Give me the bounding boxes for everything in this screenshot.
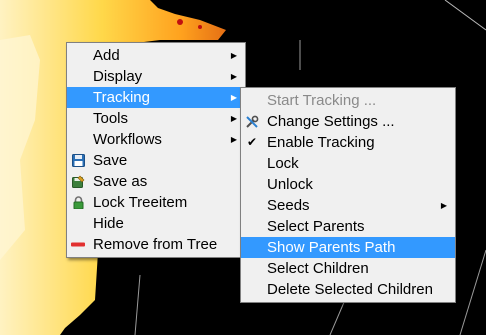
floppy-disk-icon — [71, 154, 85, 167]
menu-item-label: Save — [93, 152, 128, 169]
menu-item-label: Unlock — [267, 176, 313, 193]
menu-item-label: Save as — [93, 173, 148, 190]
menu-item-remove-from-tree[interactable]: Remove from Tree — [67, 234, 245, 255]
menu-item-change-settings[interactable]: Change Settings ... — [241, 111, 455, 132]
submenu-arrow-icon: ▶ — [230, 114, 237, 123]
menu-item-seeds[interactable]: Seeds ▶ — [241, 195, 455, 216]
menu-item-label: Hide — [93, 215, 124, 232]
menu-item-unlock[interactable]: Unlock — [241, 174, 455, 195]
menu-item-label: Change Settings ... — [267, 113, 395, 130]
menu-item-label: Tracking — [93, 89, 150, 106]
menu-item-label: Start Tracking ... — [267, 92, 377, 109]
tools-icon — [245, 115, 259, 128]
menu-item-lock[interactable]: Lock — [241, 153, 455, 174]
menu-item-label: Lock Treeitem — [93, 194, 188, 211]
menu-item-label: Delete Selected Children — [267, 281, 433, 298]
menu-item-save[interactable]: Save — [67, 150, 245, 171]
menu-item-save-as[interactable]: Save as — [67, 171, 245, 192]
menu-item-enable-tracking[interactable]: ✔ Enable Tracking — [241, 132, 455, 153]
menu-item-start-tracking: Start Tracking ... — [241, 90, 455, 111]
submenu-arrow-icon: ▶ — [230, 51, 237, 60]
menu-item-workflows[interactable]: Workflows ▶ — [67, 129, 245, 150]
menu-item-label: Display — [93, 68, 143, 85]
menu-item-display[interactable]: Display ▶ — [67, 66, 245, 87]
menu-item-label: Add — [93, 47, 120, 64]
menu-item-show-parents-path[interactable]: Show Parents Path — [241, 237, 455, 258]
menu-item-label: Show Parents Path — [267, 239, 396, 256]
save-as-icon — [71, 175, 85, 188]
menu-item-tools[interactable]: Tools ▶ — [67, 108, 245, 129]
menu-item-tracking[interactable]: Tracking ▶ — [67, 87, 245, 108]
menu-item-add[interactable]: Add ▶ — [67, 45, 245, 66]
menu-item-delete-selected-children[interactable]: Delete Selected Children — [241, 279, 455, 300]
menu-item-label: Lock — [267, 155, 299, 172]
menu-item-label: Select Children — [267, 260, 369, 277]
context-menu: Add ▶ Display ▶ Tracking ▶ Tools ▶ Workf… — [66, 42, 246, 258]
menu-item-label: Workflows — [93, 131, 162, 148]
tracking-submenu: Start Tracking ... Change Settings ... ✔… — [240, 87, 456, 303]
submenu-arrow-icon: ▶ — [230, 135, 237, 144]
menu-item-label: Select Parents — [267, 218, 365, 235]
checkmark-icon: ✔ — [246, 135, 258, 149]
submenu-arrow-icon: ▶ — [440, 201, 447, 210]
menu-item-select-children[interactable]: Select Children — [241, 258, 455, 279]
menu-item-hide[interactable]: Hide — [67, 213, 245, 234]
lock-icon — [71, 196, 85, 209]
menu-item-label: Tools — [93, 110, 129, 127]
menu-item-label: Remove from Tree — [93, 236, 218, 253]
menu-item-lock-treeitem[interactable]: Lock Treeitem — [67, 192, 245, 213]
menu-item-label: Seeds — [267, 197, 310, 214]
menu-item-select-parents[interactable]: Select Parents — [241, 216, 455, 237]
submenu-arrow-icon: ▶ — [230, 72, 237, 81]
submenu-arrow-icon: ▶ — [230, 93, 237, 102]
remove-icon — [71, 238, 85, 251]
menu-item-label: Enable Tracking — [267, 134, 375, 151]
